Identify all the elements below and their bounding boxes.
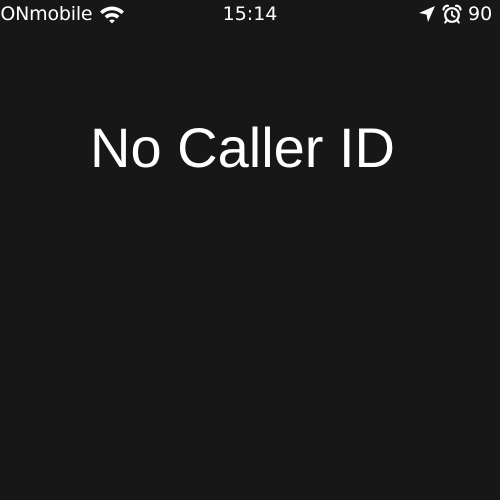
- alarm-clock-icon: [442, 4, 462, 24]
- incoming-call-screen: IONmobile 15:14 90 No Caller ID: [0, 0, 500, 500]
- caller-id-label: No Caller ID: [90, 116, 395, 179]
- status-right-group: 90: [418, 2, 492, 26]
- location-arrow-icon: [419, 6, 435, 22]
- battery-percent: 90: [468, 3, 493, 25]
- status-bar: IONmobile 15:14 90: [0, 0, 500, 30]
